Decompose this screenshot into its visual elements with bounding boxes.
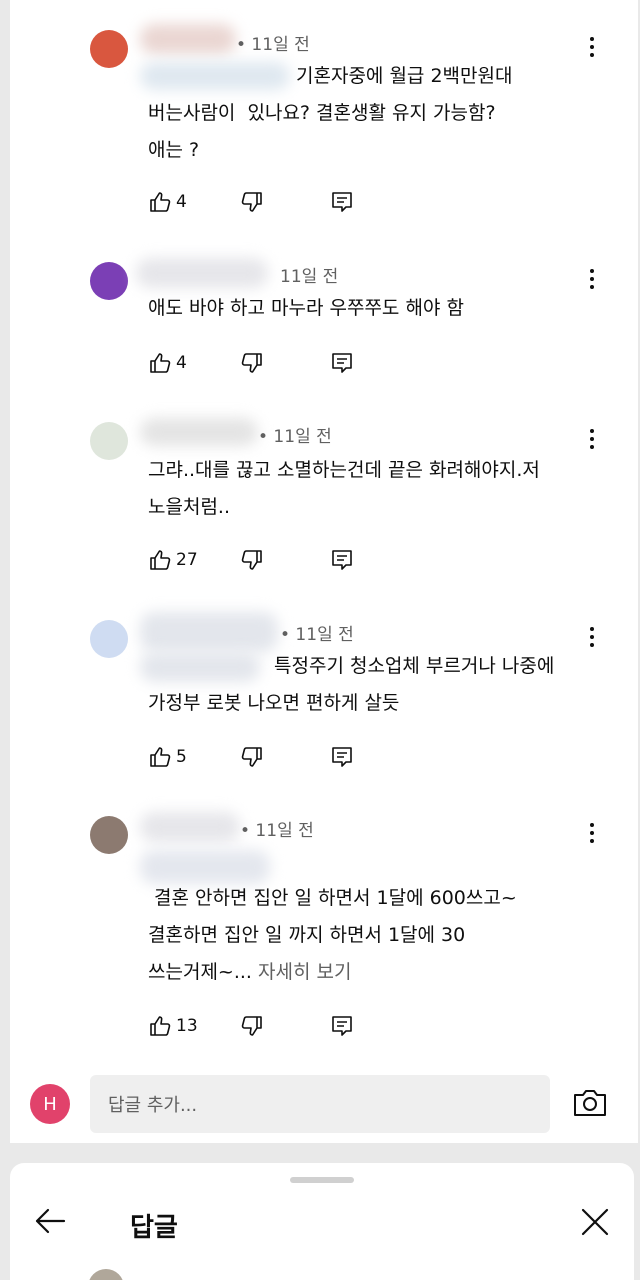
user-avatar[interactable]: H: [30, 1084, 70, 1124]
add-reply-input[interactable]: 답글 추가...: [90, 1075, 550, 1133]
avatar[interactable]: [90, 816, 128, 854]
thumb-down-icon: [240, 351, 264, 375]
sheet-title: 답글: [130, 1213, 178, 1243]
camera-icon[interactable]: [572, 1087, 608, 1119]
dislike-button[interactable]: [240, 187, 264, 217]
comment-text: 특정주기 청소업체 부르거나 나중에 가정부 로봇 나오면 편하게 살듯: [148, 655, 555, 714]
comment-text: 결혼 안하면 집안 일 하면서 1달에 600쓰고~ 결혼하면 집안 일 까지 …: [148, 880, 608, 991]
reply-icon: [330, 1014, 354, 1038]
dislike-button[interactable]: [240, 348, 264, 378]
reply-button[interactable]: [330, 545, 354, 575]
reply-button[interactable]: [330, 742, 354, 772]
reply-button[interactable]: [330, 1011, 354, 1041]
like-count: 4: [176, 192, 187, 212]
like-count: 27: [176, 550, 198, 570]
close-icon[interactable]: [578, 1205, 612, 1239]
comment-actions: 4: [148, 348, 448, 378]
more-vert-icon[interactable]: [584, 818, 600, 848]
comment-meta: • 11일 전: [140, 612, 370, 652]
comment-meta: 11일 전: [136, 258, 370, 288]
comment-actions: 4: [148, 187, 448, 217]
more-vert-icon[interactable]: [584, 264, 600, 294]
timestamp: • 11일 전: [240, 821, 314, 841]
read-more-link[interactable]: 자세히 보기: [258, 961, 351, 983]
redacted-username: [136, 258, 268, 288]
dislike-button[interactable]: [240, 1011, 264, 1041]
redacted-mention: [140, 850, 270, 884]
comment-actions: 27: [148, 545, 448, 575]
more-vert-icon[interactable]: [584, 32, 600, 62]
thumb-up-icon: [148, 190, 172, 214]
arrow-back-icon[interactable]: [32, 1203, 68, 1239]
avatar[interactable]: [90, 262, 128, 300]
comment-text: 애도 바야 하고 마누라 우쭈쭈도 해야 함: [148, 297, 464, 319]
like-button[interactable]: 4: [148, 187, 187, 217]
avatar: [88, 1269, 124, 1280]
comment-meta: • 11일 전: [140, 24, 370, 56]
thumb-down-icon: [240, 745, 264, 769]
more-vert-icon[interactable]: [584, 622, 600, 652]
like-button[interactable]: 5: [148, 742, 187, 772]
like-count: 5: [176, 747, 187, 767]
reply-button[interactable]: [330, 348, 354, 378]
thumb-down-icon: [240, 1014, 264, 1038]
comment: • 11일 전 결혼 안하면 집안 일 하면서 1달에 600쓰고~ 결혼하면 …: [10, 812, 638, 1046]
comment-meta: • 11일 전: [140, 812, 370, 842]
reply-button[interactable]: [330, 187, 354, 217]
timestamp: • 11일 전: [236, 35, 310, 55]
dislike-button[interactable]: [240, 742, 264, 772]
comment-text: 그랴..대를 끊고 소멸하는건데 끝은 화려해야지.저 노을처럼..: [148, 459, 540, 518]
thumb-up-icon: [148, 351, 172, 375]
dislike-button[interactable]: [240, 545, 264, 575]
redacted-username: [140, 418, 258, 446]
more-vert-icon[interactable]: [584, 424, 600, 454]
redacted-username: [140, 612, 278, 652]
avatar[interactable]: [90, 620, 128, 658]
thumb-up-icon: [148, 548, 172, 572]
timestamp: 11일 전: [280, 267, 339, 287]
like-count: 13: [176, 1016, 198, 1036]
comment-text: 기혼자중에 월급 2백만원대 버는사람이 있나요? 결혼생활 유지 가능함? 애…: [148, 65, 513, 161]
add-reply-bar: H 답글 추가...: [10, 1063, 638, 1143]
comment: 11일 전 애도 바야 하고 마누라 우쭈쭈도 해야 함 4: [10, 258, 638, 382]
timestamp: • 11일 전: [258, 427, 332, 447]
like-button[interactable]: 27: [148, 545, 198, 575]
thumb-down-icon: [240, 548, 264, 572]
reply-icon: [330, 745, 354, 769]
thumb-up-icon: [148, 1014, 172, 1038]
comment: • 11일 전 기혼자중에 월급 2백만원대 버는사람이 있나요? 결혼생활 유…: [10, 24, 638, 220]
timestamp: • 11일 전: [280, 625, 354, 645]
replies-sheet: 답글: [10, 1163, 634, 1280]
comment-actions: 13: [148, 1011, 448, 1041]
like-button[interactable]: 13: [148, 1011, 198, 1041]
avatar[interactable]: [90, 30, 128, 68]
comment-thread: • 11일 전 기혼자중에 월급 2백만원대 버는사람이 있나요? 결혼생활 유…: [10, 0, 638, 1143]
like-button[interactable]: 4: [148, 348, 187, 378]
avatar[interactable]: [90, 422, 128, 460]
drag-handle[interactable]: [290, 1177, 354, 1183]
like-count: 4: [176, 353, 187, 373]
comment: • 11일 전 특정주기 청소업체 부르거나 나중에 가정부 로봇 나오면 편하…: [10, 612, 638, 780]
thumb-down-icon: [240, 190, 264, 214]
redacted-username: [140, 812, 240, 842]
comment: • 11일 전 그랴..대를 끊고 소멸하는건데 끝은 화려해야지.저 노을처럼…: [10, 418, 638, 582]
redacted-username: [140, 24, 236, 54]
thumb-up-icon: [148, 745, 172, 769]
comment-actions: 5: [148, 742, 448, 772]
comment-meta: • 11일 전: [140, 418, 370, 448]
reply-icon: [330, 190, 354, 214]
reply-icon: [330, 548, 354, 572]
reply-icon: [330, 351, 354, 375]
